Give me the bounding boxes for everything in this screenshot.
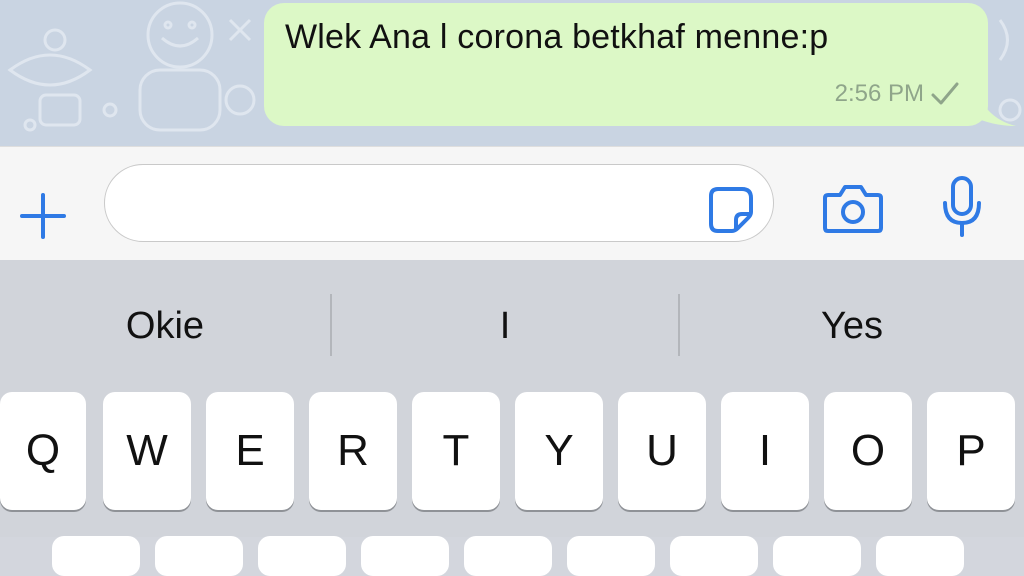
message-time: 2:56 PM	[834, 80, 924, 107]
key-row-two[interactable]	[361, 536, 449, 576]
key-t[interactable]: T	[412, 392, 500, 510]
key-p[interactable]: P	[927, 392, 1015, 510]
suggestion-2[interactable]: I	[332, 290, 678, 362]
key-row-two[interactable]	[876, 536, 964, 576]
key-o[interactable]: O	[824, 392, 912, 510]
key-row-two[interactable]	[258, 536, 346, 576]
key-row-two[interactable]	[567, 536, 655, 576]
key-q[interactable]: Q	[0, 392, 86, 510]
microphone-icon[interactable]	[940, 175, 984, 239]
suggestion-1[interactable]: Okie	[0, 290, 330, 362]
single-check-icon	[931, 82, 959, 105]
key-r[interactable]: R	[309, 392, 397, 510]
key-w[interactable]: W	[103, 392, 191, 510]
key-i[interactable]: I	[721, 392, 809, 510]
sticker-icon[interactable]	[706, 184, 756, 234]
message-meta: 2:56 PM	[835, 80, 960, 108]
key-row-two[interactable]	[773, 536, 861, 576]
suggestion-3[interactable]: Yes	[680, 290, 1024, 362]
plus-icon[interactable]	[14, 187, 72, 245]
key-e[interactable]: E	[206, 392, 294, 510]
key-row-two[interactable]	[464, 536, 552, 576]
message-text: Wlek Ana l corona betkhaf menne:p	[285, 18, 829, 56]
message-input[interactable]	[104, 164, 774, 242]
key-row-two[interactable]	[155, 536, 243, 576]
key-row-two[interactable]	[670, 536, 758, 576]
camera-icon[interactable]	[822, 181, 884, 235]
key-row-two[interactable]	[52, 536, 140, 576]
keyboard: Okie I Yes Q W E R T Y U I O P	[0, 260, 1024, 576]
message-input-bar	[0, 146, 1024, 261]
key-u[interactable]: U	[618, 392, 706, 510]
chat-background: Wlek Ana l corona betkhaf menne:p 2:56 P…	[0, 0, 1024, 146]
key-y[interactable]: Y	[515, 392, 603, 510]
bubble-tail	[972, 78, 1016, 126]
